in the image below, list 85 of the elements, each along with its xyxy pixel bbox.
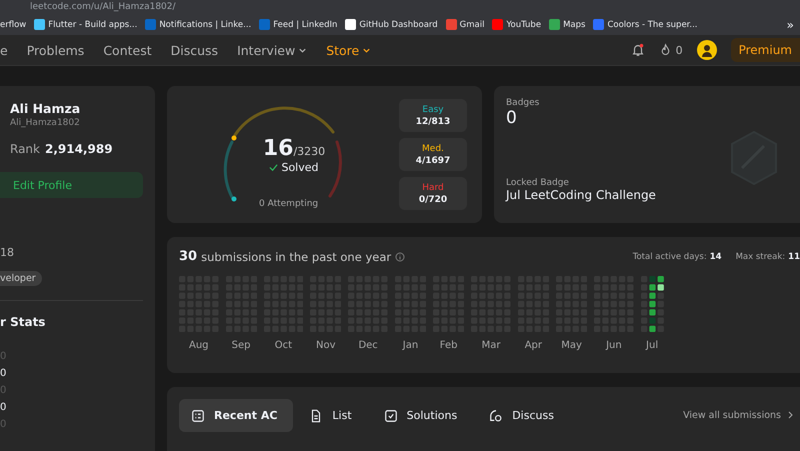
active-days-value: 14 bbox=[710, 252, 722, 262]
month-label: Nov bbox=[316, 340, 336, 351]
bell-icon[interactable] bbox=[630, 43, 645, 57]
tab[interactable]: Solutions bbox=[372, 399, 474, 432]
bookmark-link[interactable]: Maps bbox=[549, 19, 586, 30]
difficulty-count: 12/813 bbox=[416, 116, 450, 126]
difficulty-label: Hard bbox=[422, 182, 444, 192]
bookmark-favicon-icon bbox=[259, 19, 270, 30]
month-label: Jun bbox=[606, 340, 622, 351]
bookmark-favicon-icon bbox=[446, 19, 457, 30]
bookmark-link[interactable]: Gmail bbox=[446, 19, 484, 30]
address-bar-url[interactable]: leetcode.com/u/Ali_Hamza1802/ bbox=[30, 2, 176, 12]
locked-badge-label: Locked Badge bbox=[506, 178, 570, 188]
avatar-icon[interactable] bbox=[696, 40, 717, 60]
bookmark-link[interactable]: erflow bbox=[0, 20, 26, 30]
bookmark-favicon-icon bbox=[593, 19, 604, 30]
flame-icon bbox=[658, 43, 672, 57]
submission-count: 30 bbox=[179, 249, 198, 264]
month-label: Aug bbox=[188, 340, 209, 351]
solved-count: 16 bbox=[262, 136, 294, 160]
bookmark-favicon-icon bbox=[492, 19, 504, 30]
nav-link[interactable]: Interview bbox=[237, 42, 308, 58]
bookmark-link[interactable]: Flutter - Build apps... bbox=[34, 19, 138, 30]
checklist-icon bbox=[191, 408, 205, 422]
difficulty-label: Med. bbox=[422, 144, 444, 154]
max-streak-value: 11 bbox=[788, 252, 800, 262]
month-label: Jul bbox=[646, 340, 658, 351]
nav-link[interactable]: Contest bbox=[103, 42, 152, 58]
section-title: r Stats bbox=[0, 315, 46, 329]
attempting-count: 0 Attempting bbox=[259, 199, 318, 209]
info-icon[interactable] bbox=[395, 252, 406, 262]
premium-button[interactable]: Premium bbox=[730, 38, 800, 62]
bookmark-link[interactable]: Notifications | Linke... bbox=[145, 19, 252, 30]
badges-title: Badges bbox=[506, 98, 540, 108]
month-label: Apr bbox=[524, 340, 542, 351]
profile-name: Ali Hamza bbox=[10, 101, 82, 116]
nav-link[interactable]: Discuss bbox=[170, 42, 218, 58]
checkbox-icon bbox=[384, 408, 398, 422]
activity-grid-drawing bbox=[640, 276, 664, 332]
difficulty-label: Easy bbox=[422, 104, 444, 114]
view-all-link[interactable]: View all submissions bbox=[683, 410, 794, 421]
nav-link[interactable]: e bbox=[0, 42, 8, 58]
tab[interactable]: Discuss bbox=[477, 399, 570, 432]
more-bookmarks-button[interactable]: » bbox=[786, 18, 794, 32]
tab[interactable]: Recent AC bbox=[179, 399, 294, 432]
difficulty-count: 4/1697 bbox=[416, 156, 450, 166]
month-label: Mar bbox=[482, 340, 500, 351]
nav-link[interactable]: Problems bbox=[26, 42, 84, 58]
total-count: /3230 bbox=[293, 144, 326, 158]
profile-detail: 18 bbox=[0, 246, 15, 259]
difficulty-count: 0/720 bbox=[418, 194, 448, 204]
bookmark-favicon-icon bbox=[549, 19, 560, 30]
month-label: Feb bbox=[440, 340, 458, 351]
bookmark-link[interactable]: Coolors - The super... bbox=[593, 19, 698, 30]
active-days-label: Total active days: bbox=[632, 252, 707, 262]
bookmark-favicon-icon bbox=[345, 19, 356, 30]
edit-profile-button[interactable]: Edit Profile bbox=[0, 172, 143, 198]
streak-count: 0 bbox=[676, 44, 683, 56]
nav-link[interactable]: Store bbox=[326, 42, 372, 58]
skill-tag: veloper bbox=[0, 271, 42, 286]
bookmark-link[interactable]: YouTube bbox=[492, 19, 542, 30]
month-label: Dec bbox=[358, 340, 378, 351]
bookmark-favicon-icon bbox=[34, 19, 46, 30]
tab[interactable]: List bbox=[297, 399, 368, 432]
profile-username: Ali_Hamza1802 bbox=[10, 118, 81, 128]
stat-value: 0 bbox=[0, 368, 8, 379]
rank-value: 2,914,989 bbox=[44, 142, 113, 156]
max-streak-label: Max streak: bbox=[736, 252, 786, 262]
month-label: May bbox=[561, 340, 582, 351]
check-icon bbox=[269, 162, 278, 172]
stat-value: 0 bbox=[0, 402, 8, 413]
solved-label: Solved bbox=[281, 160, 318, 174]
hexagon-badge-icon bbox=[728, 130, 780, 186]
locked-badge-name: Jul LeetCoding Challenge bbox=[506, 188, 656, 202]
bookmark-link[interactable]: Feed | LinkedIn bbox=[259, 19, 338, 30]
month-label: Sep bbox=[232, 340, 251, 351]
month-label: Jan bbox=[402, 340, 418, 351]
rank-label: Rank bbox=[10, 142, 40, 156]
bookmark-favicon-icon bbox=[145, 19, 156, 30]
month-label: Oct bbox=[274, 340, 292, 351]
discussion-icon bbox=[489, 408, 504, 422]
bookmark-link[interactable]: GitHub Dashboard bbox=[345, 19, 438, 30]
submissions-label: submissions in the past one year bbox=[201, 250, 392, 264]
chevron-right-icon bbox=[787, 410, 794, 420]
badges-count: 0 bbox=[506, 108, 518, 128]
